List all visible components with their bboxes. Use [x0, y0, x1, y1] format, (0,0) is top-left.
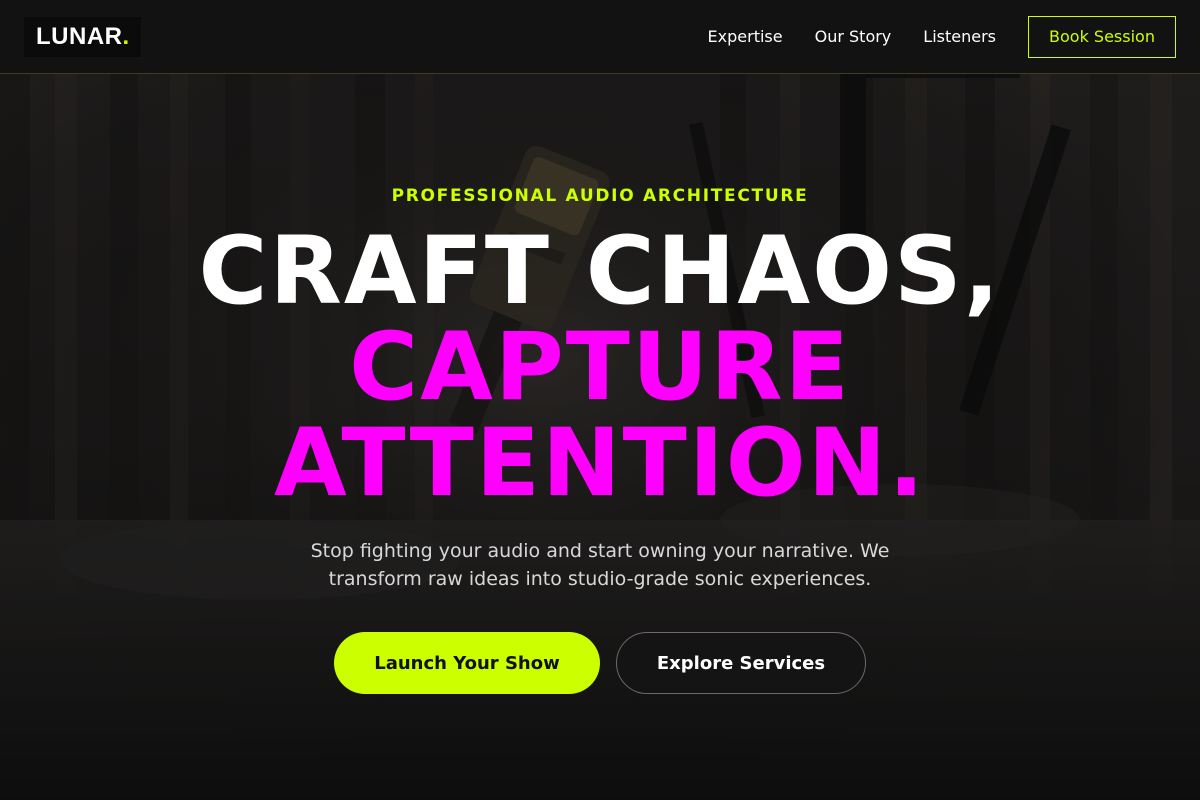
- nav-link-our-story[interactable]: Our Story: [815, 27, 892, 46]
- book-session-button[interactable]: Book Session: [1028, 15, 1176, 58]
- brand-logo[interactable]: LUNAR .: [24, 16, 142, 57]
- nav-link-listeners[interactable]: Listeners: [923, 27, 996, 46]
- hero-section: PROFESSIONAL AUDIO ARCHITECTURE CRAFT CH…: [0, 74, 1200, 800]
- headline-line-2: CAPTURE: [349, 313, 851, 422]
- brand-name: LUNAR: [36, 22, 123, 50]
- headline-line-3: ATTENTION.: [273, 409, 927, 518]
- hero-cta-group: Launch Your Show Explore Services: [0, 632, 1200, 694]
- headline-line-1: CRAFT CHAOS,: [198, 217, 1002, 326]
- hero-headline: CRAFT CHAOS, CAPTURE ATTENTION.: [0, 224, 1200, 512]
- main-nav: Expertise Our Story Listeners Book Sessi…: [708, 15, 1176, 58]
- hero-subtext: Stop fighting your audio and start ownin…: [310, 540, 890, 590]
- explore-services-button[interactable]: Explore Services: [616, 632, 866, 694]
- launch-your-show-button[interactable]: Launch Your Show: [334, 632, 600, 694]
- landing-page: LUNAR . Expertise Our Story Listeners Bo…: [0, 0, 1200, 800]
- site-header: LUNAR . Expertise Our Story Listeners Bo…: [0, 0, 1200, 74]
- nav-link-expertise[interactable]: Expertise: [708, 27, 783, 46]
- brand-dot: .: [122, 22, 130, 50]
- hero-eyebrow: PROFESSIONAL AUDIO ARCHITECTURE: [391, 186, 809, 206]
